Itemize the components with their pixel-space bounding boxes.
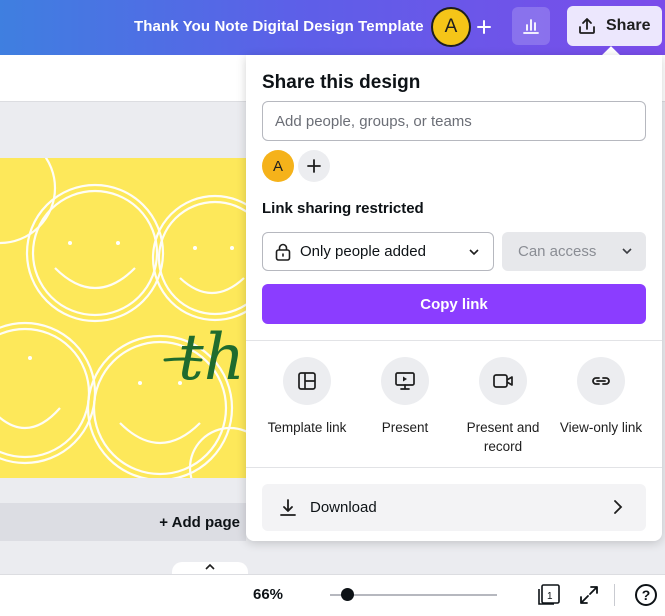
- upload-icon: [579, 18, 595, 34]
- page-count: 1: [547, 591, 553, 602]
- chevron-down-icon: [469, 249, 479, 256]
- share-button-label: Share: [606, 17, 651, 34]
- question-icon: ?: [641, 587, 651, 603]
- link-access-dropdown[interactable]: Only people added: [262, 232, 494, 271]
- add-page-button[interactable]: + Add page: [0, 503, 246, 541]
- smiley-pattern: [0, 158, 246, 478]
- collaborator-avatar[interactable]: A: [262, 150, 294, 182]
- zoom-slider-handle[interactable]: [341, 588, 354, 601]
- plus-icon: [307, 159, 321, 173]
- zoom-slider-track[interactable]: [330, 594, 497, 596]
- script-underline: [163, 357, 203, 362]
- present-option[interactable]: Present: [357, 357, 453, 437]
- copy-link-button[interactable]: Copy link: [262, 284, 646, 324]
- download-label: Download: [310, 499, 377, 516]
- option-label: Template link: [267, 420, 347, 435]
- chevron-right-icon: [614, 500, 623, 514]
- user-avatar[interactable]: A: [431, 7, 471, 47]
- plus-icon: [477, 20, 491, 34]
- download-button[interactable]: Download: [262, 484, 646, 531]
- permission-value: Can access: [518, 243, 597, 260]
- template-link-option[interactable]: Template link: [259, 357, 355, 437]
- document-title[interactable]: Thank You Note Digital Design Template: [134, 18, 424, 35]
- pages-icon[interactable]: 1: [537, 584, 561, 606]
- record-icon: [493, 374, 513, 388]
- link-icon: [592, 377, 610, 385]
- lock-icon: [275, 243, 291, 261]
- option-label: View-only link: [559, 420, 643, 435]
- link-sharing-label: Link sharing restricted: [262, 200, 424, 217]
- design-canvas[interactable]: th: [0, 158, 246, 478]
- zoom-level[interactable]: 66%: [253, 586, 283, 603]
- present-and-record-option[interactable]: Present and record: [455, 357, 551, 456]
- share-panel-title: Share this design: [262, 72, 421, 93]
- add-person-button[interactable]: [298, 150, 330, 182]
- insights-button[interactable]: [512, 7, 550, 45]
- option-label: Present and record: [466, 420, 540, 454]
- divider: [246, 340, 662, 341]
- fullscreen-icon[interactable]: [579, 585, 599, 605]
- chevron-down-icon: [622, 248, 632, 255]
- bar-chart-icon: [523, 19, 539, 34]
- download-icon: [280, 498, 296, 516]
- help-button[interactable]: ?: [635, 584, 657, 606]
- share-button[interactable]: Share: [567, 6, 662, 46]
- top-bar: Thank You Note Digital Design Template A…: [0, 0, 665, 55]
- option-label: Present: [381, 420, 429, 435]
- add-people-input[interactable]: [262, 101, 646, 141]
- divider: [246, 467, 662, 468]
- add-collaborator-button[interactable]: [470, 13, 498, 41]
- permission-dropdown: Can access: [502, 232, 646, 271]
- link-access-value: Only people added: [300, 243, 426, 260]
- template-icon: [298, 372, 316, 390]
- share-panel: Share this design A Link sharing restric…: [246, 55, 662, 541]
- chevron-up-icon: [205, 563, 215, 570]
- divider: [614, 584, 615, 606]
- present-icon: [395, 372, 415, 390]
- view-only-link-option[interactable]: View-only link: [553, 357, 649, 437]
